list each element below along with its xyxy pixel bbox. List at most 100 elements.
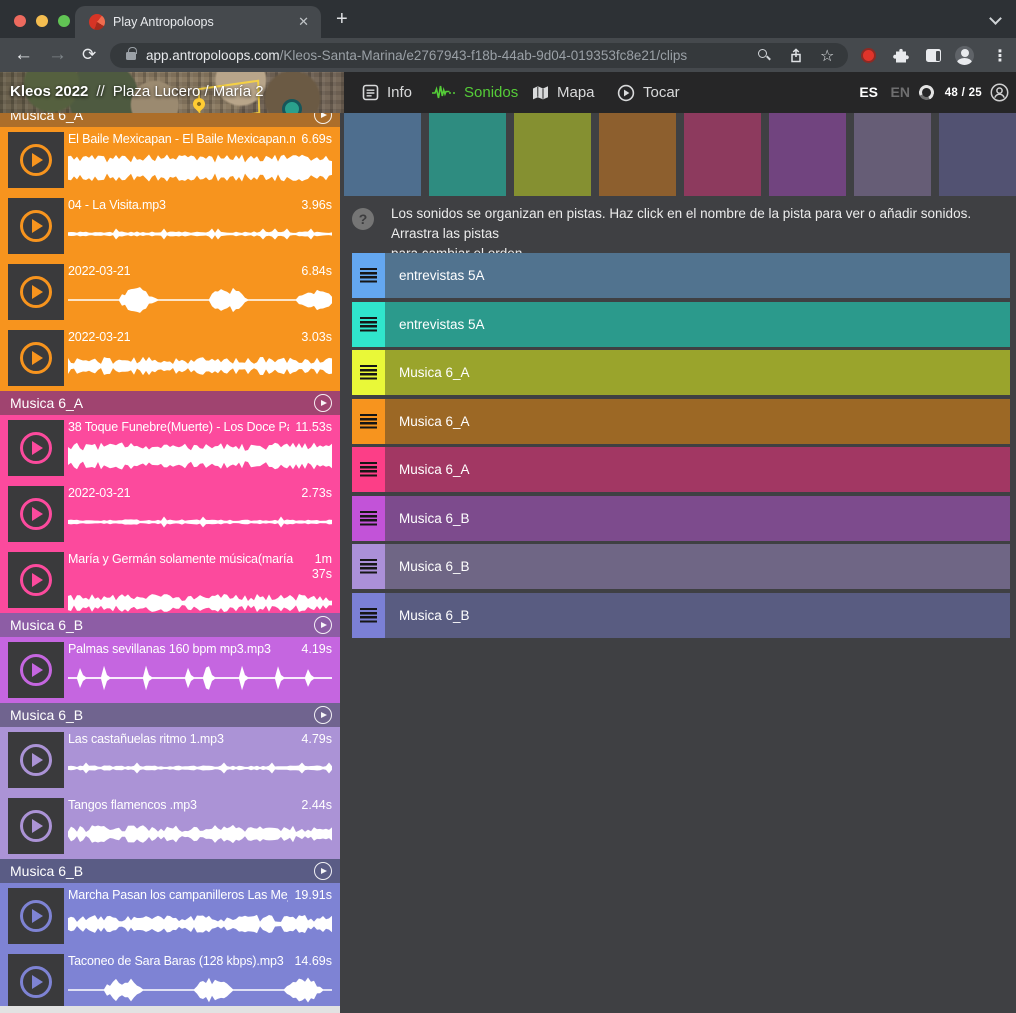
section-label: Musica 6_B bbox=[10, 707, 83, 723]
clip-row[interactable]: 2022-03-213.03s bbox=[0, 325, 340, 391]
clip-row[interactable]: 2022-03-212.73s bbox=[0, 481, 340, 547]
track-color-swatch[interactable] bbox=[429, 113, 506, 196]
section-header[interactable]: Musica 6_B bbox=[0, 859, 340, 883]
track-drag-handle[interactable] bbox=[352, 544, 385, 589]
track-color-swatch[interactable] bbox=[939, 113, 1016, 196]
track-drag-handle[interactable] bbox=[352, 593, 385, 638]
clip-play-button[interactable] bbox=[8, 642, 64, 698]
breadcrumb-project[interactable]: Kleos 2022 bbox=[10, 83, 88, 100]
side-panel-icon[interactable] bbox=[926, 49, 941, 62]
bookmark-star-icon[interactable]: ☆ bbox=[820, 46, 834, 66]
section-play-icon[interactable] bbox=[314, 616, 332, 634]
zoom-icon[interactable] bbox=[758, 49, 767, 58]
track-color-swatch[interactable] bbox=[854, 113, 931, 196]
clip-row[interactable]: Las castañuelas ritmo 1.mp34.79s bbox=[0, 727, 340, 793]
clip-play-button[interactable] bbox=[8, 954, 64, 1006]
track-color-swatch[interactable] bbox=[344, 113, 421, 196]
track-row[interactable]: Musica 6_A bbox=[352, 350, 1010, 395]
clip-row[interactable]: Tangos flamencos .mp32.44s bbox=[0, 793, 340, 859]
profile-avatar[interactable] bbox=[955, 46, 974, 65]
track-color-swatch[interactable] bbox=[684, 113, 761, 196]
back-button[interactable]: ← bbox=[14, 43, 33, 67]
track-drag-handle[interactable] bbox=[352, 253, 385, 298]
minimize-window-button[interactable] bbox=[36, 15, 48, 27]
track-drag-handle[interactable] bbox=[352, 302, 385, 347]
clip-play-button[interactable] bbox=[8, 552, 64, 608]
clip-play-button[interactable] bbox=[8, 732, 64, 788]
track-color-swatch[interactable] bbox=[769, 113, 846, 196]
zoom-window-button[interactable] bbox=[58, 15, 70, 27]
track-row[interactable]: entrevistas 5A bbox=[352, 253, 1010, 298]
track-name-area[interactable]: Musica 6_A bbox=[385, 399, 1010, 444]
clip-play-button[interactable] bbox=[8, 420, 64, 476]
extensions-puzzle-icon[interactable] bbox=[893, 47, 910, 64]
track-name-area[interactable]: Musica 6_A bbox=[385, 447, 1010, 492]
clip-row[interactable]: El Baile Mexicapan - El Baile Mexicapan.… bbox=[0, 127, 340, 193]
clip-play-button[interactable] bbox=[8, 132, 64, 188]
track-color-swatch[interactable] bbox=[514, 113, 591, 196]
section-play-icon[interactable] bbox=[314, 862, 332, 880]
map-photo-header[interactable]: Kleos 2022//Plaza Lucero / María 2 bbox=[0, 72, 344, 113]
share-icon[interactable] bbox=[788, 48, 804, 64]
track-name-area[interactable]: Musica 6_B bbox=[385, 593, 1010, 638]
clip-row[interactable]: Palmas sevillanas 160 bpm mp3.mp34.19s bbox=[0, 637, 340, 703]
clip-row[interactable]: 2022-03-216.84s bbox=[0, 259, 340, 325]
track-name-area[interactable]: Musica 6_B bbox=[385, 544, 1010, 589]
play-icon bbox=[20, 564, 52, 596]
section-play-icon[interactable] bbox=[314, 394, 332, 412]
url-text[interactable]: app.antropoloops.com/Kleos-Santa-Marina/… bbox=[146, 48, 687, 63]
track-name-area[interactable]: entrevistas 5A bbox=[385, 302, 1010, 347]
tab-close-icon[interactable]: ✕ bbox=[298, 14, 309, 30]
track-drag-handle[interactable] bbox=[352, 447, 385, 492]
tab-info[interactable]: Info bbox=[362, 72, 412, 113]
new-tab-button[interactable]: + bbox=[336, 9, 348, 29]
section-header[interactable]: Musica 6_A bbox=[0, 113, 340, 127]
tab-mapa[interactable]: Mapa bbox=[532, 72, 595, 113]
browser-menu-icon[interactable]: ⋮ bbox=[992, 46, 1008, 66]
track-name-area[interactable]: Musica 6_A bbox=[385, 350, 1010, 395]
clip-row[interactable]: María y Germán solamente música(maría 2.… bbox=[0, 547, 340, 613]
lang-en[interactable]: EN bbox=[891, 84, 910, 100]
clip-row[interactable]: Taconeo de Sara Baras (128 kbps).mp314.6… bbox=[0, 949, 340, 1006]
lang-es[interactable]: ES bbox=[859, 84, 878, 100]
clip-play-button[interactable] bbox=[8, 888, 64, 944]
clip-play-button[interactable] bbox=[8, 264, 64, 320]
clip-row[interactable]: 04 - La Visita.mp33.96s bbox=[0, 193, 340, 259]
track-drag-handle[interactable] bbox=[352, 496, 385, 541]
track-name-area[interactable]: Musica 6_B bbox=[385, 496, 1010, 541]
section-play-icon[interactable] bbox=[314, 706, 332, 724]
account-icon[interactable] bbox=[990, 83, 1009, 102]
browser-tab[interactable]: Play Antropoloops ✕ bbox=[75, 6, 321, 38]
track-row[interactable]: Musica 6_B bbox=[352, 593, 1010, 638]
reload-button[interactable]: ⟳ bbox=[82, 43, 96, 67]
track-row[interactable]: Musica 6_B bbox=[352, 544, 1010, 589]
close-window-button[interactable] bbox=[14, 15, 26, 27]
track-row[interactable]: Musica 6_A bbox=[352, 447, 1010, 492]
tab-search-chevron-icon[interactable] bbox=[989, 12, 1002, 25]
address-bar[interactable]: app.antropoloops.com/Kleos-Santa-Marina/… bbox=[110, 43, 848, 68]
track-row[interactable]: entrevistas 5A bbox=[352, 302, 1010, 347]
tab-tocar[interactable]: Tocar bbox=[617, 72, 680, 113]
clip-title: Taconeo de Sara Baras (128 kbps).mp3 bbox=[68, 954, 288, 969]
recording-extension-icon[interactable] bbox=[861, 48, 876, 63]
lock-icon[interactable] bbox=[126, 52, 136, 60]
play-icon bbox=[20, 432, 52, 464]
track-color-swatch[interactable] bbox=[599, 113, 676, 196]
clip-play-button[interactable] bbox=[8, 798, 64, 854]
track-drag-handle[interactable] bbox=[352, 350, 385, 395]
clip-play-button[interactable] bbox=[8, 198, 64, 254]
tab-sonidos[interactable]: Sonidos bbox=[432, 72, 518, 113]
app-navbar: Info Sonidos Mapa bbox=[344, 72, 1016, 113]
clip-row[interactable]: 38 Toque Funebre(Muerte) - Los Doce Par.… bbox=[0, 415, 340, 481]
clip-play-button[interactable] bbox=[8, 486, 64, 542]
clip-play-button[interactable] bbox=[8, 330, 64, 386]
clip-row[interactable]: Marcha Pasan los campanilleros Las Mejor… bbox=[0, 883, 340, 949]
track-drag-handle[interactable] bbox=[352, 399, 385, 444]
forward-button[interactable]: → bbox=[48, 43, 67, 67]
section-header[interactable]: Musica 6_A bbox=[0, 391, 340, 415]
section-header[interactable]: Musica 6_B bbox=[0, 703, 340, 727]
track-row[interactable]: Musica 6_A bbox=[352, 399, 1010, 444]
section-header[interactable]: Musica 6_B bbox=[0, 613, 340, 637]
track-row[interactable]: Musica 6_B bbox=[352, 496, 1010, 541]
track-name-area[interactable]: entrevistas 5A bbox=[385, 253, 1010, 298]
